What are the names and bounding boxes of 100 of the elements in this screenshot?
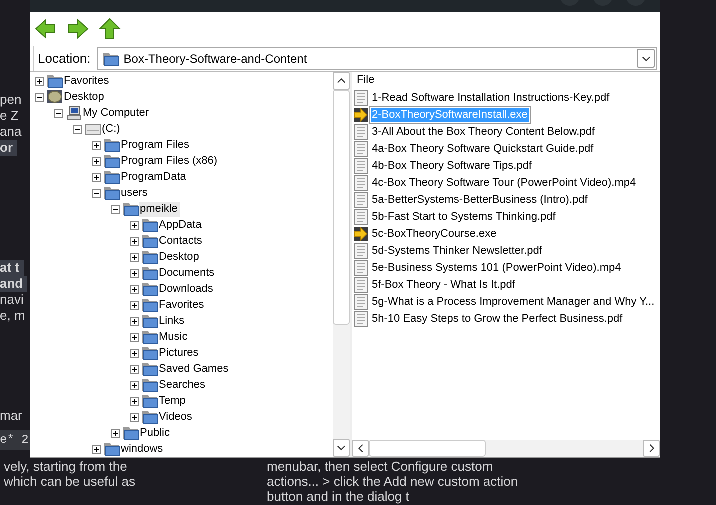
chevron-down-icon	[337, 445, 346, 451]
chevron-left-icon	[358, 444, 364, 453]
expand-toggle[interactable]	[111, 428, 120, 438]
file-item[interactable]: 5a-BetterSystems-BetterBusiness (Intro).pdf	[371, 192, 589, 206]
up-icon[interactable]	[99, 18, 121, 40]
expand-toggle[interactable]	[130, 412, 139, 422]
dropdown-button[interactable]	[637, 49, 655, 68]
file-item[interactable]: 5d-Systems Thinker Newsletter.pdf	[371, 244, 544, 258]
tree-item[interactable]: pmeikle	[139, 202, 180, 216]
expand-toggle[interactable]	[130, 268, 139, 278]
tree-item[interactable]: Program Files	[120, 138, 192, 152]
document-icon	[354, 260, 368, 276]
expand-toggle[interactable]	[130, 348, 139, 358]
tree-item[interactable]: users	[120, 186, 150, 200]
arrow-icon	[354, 226, 368, 242]
tree-item[interactable]: Videos	[158, 410, 194, 424]
folder-icon	[104, 138, 120, 152]
file-item[interactable]: 5c-BoxTheoryCourse.exe	[371, 226, 498, 240]
scroll-up-button[interactable]	[333, 72, 350, 90]
expand-toggle[interactable]	[92, 156, 101, 166]
file-item[interactable]: 5f-Box Theory - What Is It.pdf	[371, 278, 516, 292]
folder-icon	[142, 218, 158, 232]
expand-toggle[interactable]	[92, 140, 101, 150]
expand-toggle[interactable]	[35, 92, 44, 102]
folder-icon	[142, 346, 158, 360]
chevron-down-icon	[642, 56, 650, 62]
column-header[interactable]: File	[352, 72, 381, 89]
tree-item[interactable]: Public	[139, 426, 172, 440]
tree-item[interactable]: My Computer	[82, 106, 152, 120]
tree-item[interactable]: Links	[158, 314, 187, 328]
file-item[interactable]: 5e-Business Systems 101 (PowerPoint Video).mp4	[371, 260, 622, 274]
tree-item[interactable]: Downloads	[158, 282, 216, 296]
file-item[interactable]: 5h-10 Easy Steps to Grow the Perfect Business.pdf	[371, 312, 624, 326]
scroll-left-button[interactable]	[352, 440, 369, 457]
expand-toggle[interactable]	[130, 236, 139, 246]
expand-toggle[interactable]	[111, 204, 120, 214]
tree-item[interactable]: Documents	[158, 266, 217, 280]
folder-icon	[123, 426, 139, 440]
text-fragment: and	[0, 276, 28, 292]
scroll-thumb[interactable]	[369, 440, 486, 457]
forward-icon[interactable]	[67, 18, 89, 40]
file-item[interactable]: 3-All About the Box Theory Content Below.pdf	[371, 124, 596, 138]
tree-item[interactable]: ProgramData	[120, 170, 188, 184]
document-icon	[354, 90, 368, 106]
expand-toggle[interactable]	[130, 332, 139, 342]
tree-item[interactable]: windows	[120, 442, 166, 456]
tree-item[interactable]: Pictures	[158, 346, 201, 360]
tree-item[interactable]: Desktop	[63, 90, 106, 104]
file-item[interactable]: 4b-Box Theory Software Tips.pdf	[371, 158, 533, 172]
scroll-thumb[interactable]	[333, 90, 350, 325]
expand-toggle[interactable]	[130, 380, 139, 390]
text-fragment: pen	[0, 92, 22, 108]
tree-item[interactable]: Desktop	[158, 250, 202, 264]
text-line: which can be useful as	[3, 474, 136, 489]
file-item[interactable]: 4a-Box Theory Software Quickstart Guide.pdf	[371, 142, 595, 156]
folder-icon	[104, 170, 120, 184]
tree-item[interactable]: Searches	[158, 378, 208, 392]
expand-toggle[interactable]	[130, 252, 139, 262]
file-item[interactable]: 5g-What is a Process Improvement Manager and Why Y...	[371, 294, 656, 308]
text-line: vely, starting from the	[3, 459, 128, 474]
tree-item[interactable]: Program Files (x86)	[120, 154, 220, 168]
document-icon	[354, 208, 368, 224]
document-icon	[354, 140, 368, 156]
folder-icon	[104, 154, 120, 168]
expand-toggle[interactable]	[73, 124, 82, 134]
back-icon[interactable]	[35, 18, 57, 40]
horizontal-scrollbar[interactable]	[352, 440, 660, 457]
expand-toggle[interactable]	[54, 108, 63, 118]
tree-item[interactable]: Favorites	[63, 74, 112, 88]
expand-toggle[interactable]	[35, 76, 44, 86]
tree-item[interactable]: (C:)	[101, 122, 122, 136]
expand-toggle[interactable]	[92, 172, 101, 182]
expand-toggle[interactable]	[130, 316, 139, 326]
folder-icon	[142, 282, 158, 296]
file-item[interactable]: 4c-Box Theory Software Tour (PowerPoint Video).mp4	[371, 176, 638, 190]
location-combo[interactable]: Box-Theory-Software-and-Content	[96, 47, 657, 70]
folder-icon	[123, 202, 139, 216]
tree-item[interactable]: Music	[158, 330, 190, 344]
tree-item[interactable]: Favorites	[158, 298, 206, 312]
tree-item[interactable]: Saved Games	[158, 362, 231, 376]
tree-item[interactable]: Contacts	[158, 234, 204, 248]
folder-icon	[142, 250, 158, 264]
tree-item[interactable]: Temp	[158, 394, 188, 408]
file-item[interactable]: 5b-Fast Start to Systems Thinking.pdf	[371, 210, 557, 224]
tree-item[interactable]: AppData	[158, 218, 204, 232]
vertical-scrollbar[interactable]	[333, 72, 350, 457]
expand-toggle[interactable]	[130, 300, 139, 310]
text-line: menubar, then select Configure custom	[266, 459, 494, 474]
expand-toggle[interactable]	[130, 396, 139, 406]
expand-toggle[interactable]	[130, 364, 139, 374]
expand-toggle[interactable]	[92, 188, 101, 198]
file-item[interactable]: 1-Read Software Installation Instructions-Key.pdf	[371, 90, 611, 104]
scroll-down-button[interactable]	[333, 439, 350, 457]
expand-toggle[interactable]	[92, 444, 101, 454]
expand-toggle[interactable]	[130, 284, 139, 294]
expand-toggle[interactable]	[130, 220, 139, 230]
scroll-right-button[interactable]	[643, 440, 660, 457]
text-fragment: ana	[0, 124, 22, 140]
document-icon	[354, 124, 368, 140]
text-line: actions... > click the Add new custom action	[266, 474, 518, 489]
